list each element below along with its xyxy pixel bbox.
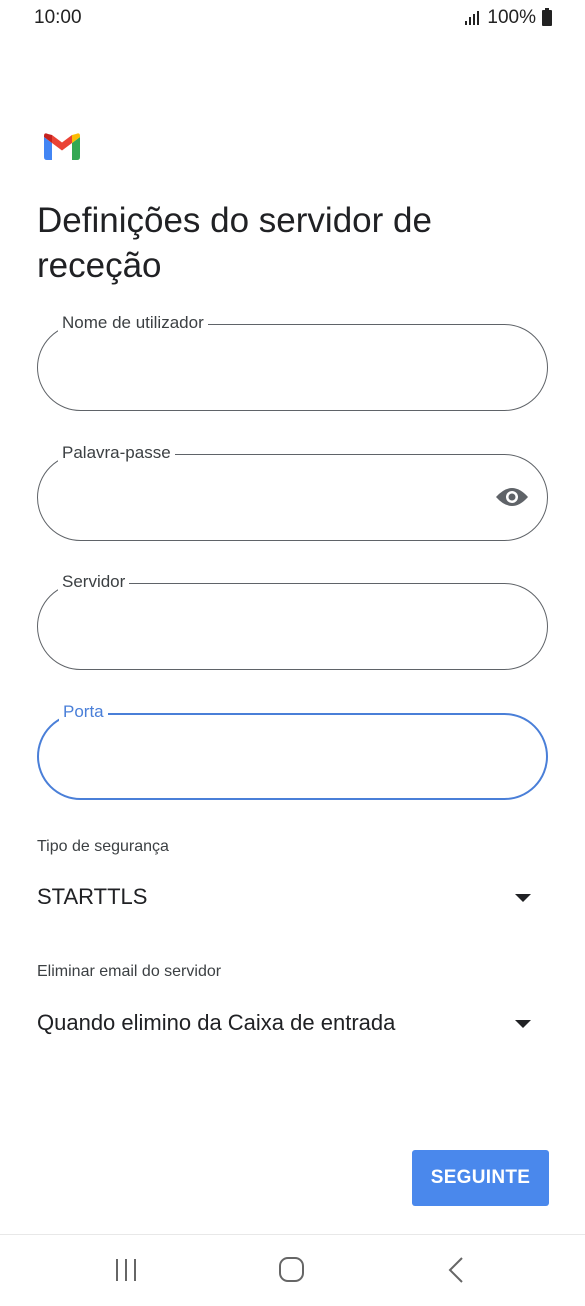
signal-icon: [465, 11, 480, 25]
port-field[interactable]: Porta: [37, 702, 548, 800]
recents-icon[interactable]: [116, 1259, 142, 1283]
dropdown-arrow-icon: [515, 1020, 531, 1028]
eye-icon[interactable]: [495, 485, 529, 509]
page-title: Definições do servidor de receção: [37, 201, 432, 285]
delete-email-dropdown[interactable]: Quando elimino da Caixa de entrada: [37, 1004, 537, 1044]
port-label: Porta: [59, 702, 108, 722]
username-input[interactable]: [62, 347, 482, 387]
battery-percent: 100%: [487, 7, 536, 28]
password-input[interactable]: [62, 477, 482, 517]
dropdown-arrow-icon: [515, 894, 531, 902]
security-type-value: STARTTLS: [37, 884, 148, 909]
security-type-label: Tipo de segurança: [37, 838, 169, 855]
server-input[interactable]: [62, 606, 482, 646]
delete-email-label: Eliminar email do servidor: [37, 963, 222, 980]
delete-email-value: Quando elimino da Caixa de entrada: [37, 1010, 396, 1035]
password-field[interactable]: Palavra-passe: [37, 443, 548, 541]
server-field[interactable]: Servidor: [37, 572, 548, 670]
server-label: Servidor: [58, 572, 130, 592]
back-icon[interactable]: [448, 1257, 464, 1283]
battery-icon: [542, 8, 552, 26]
port-input[interactable]: [63, 737, 483, 777]
username-label: Nome de utilizador: [58, 313, 208, 333]
status-indicators: 100%: [465, 7, 552, 29]
password-label: Palavra-passe: [58, 443, 175, 463]
home-icon[interactable]: [279, 1257, 304, 1282]
navigation-bar: [0, 1234, 585, 1306]
status-bar: 10:00 100%: [0, 0, 585, 36]
status-time: 10:00: [34, 7, 82, 28]
next-button[interactable]: SEGUINTE: [412, 1150, 549, 1206]
gmail-logo-icon: [44, 133, 80, 160]
username-field[interactable]: Nome de utilizador: [37, 313, 548, 411]
security-type-dropdown[interactable]: STARTTLS: [37, 878, 537, 918]
